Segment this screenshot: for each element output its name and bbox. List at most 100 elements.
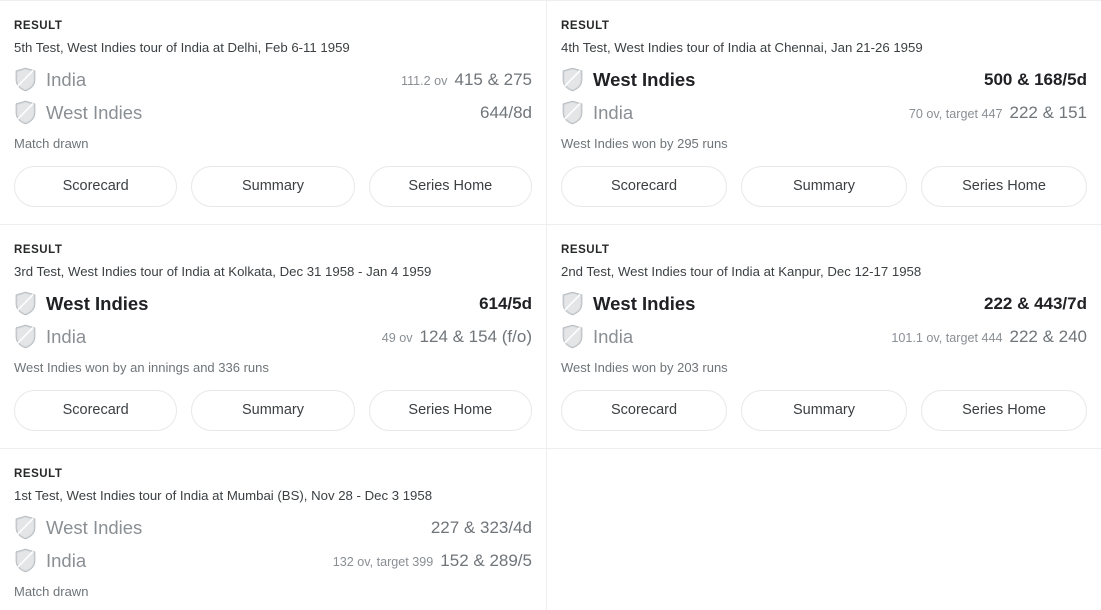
team-score: 500 & 168/5d [983, 70, 1087, 89]
match-description: 1st Test, West Indies tour of India at M… [14, 488, 433, 503]
team-name: West Indies [46, 292, 149, 314]
team-shield-icon [561, 67, 584, 92]
teams-block: West Indies 222 & 443/7d India 101.1 ov,… [561, 287, 1087, 353]
series-home-button[interactable]: Series Home [368, 166, 532, 207]
summary-button[interactable]: Summary [191, 390, 355, 431]
team-score: 222 & 151 [1009, 103, 1087, 122]
card-actions: Scorecard Summary Series Home [561, 166, 1087, 207]
overs-note: 132 ov, target 399 [332, 555, 434, 569]
summary-button[interactable]: Summary [741, 166, 907, 207]
result-label: RESULT [14, 468, 63, 480]
team-shield-icon [14, 67, 37, 92]
team-row[interactable]: India 49 ov 124 & 154 (f/o) [14, 320, 532, 353]
team-identity: India [14, 324, 86, 349]
match-result-card-2: RESULT 4th Test, West Indies tour of Ind… [547, 1, 1101, 225]
teams-block: West Indies 227 & 323/4d India 132 ov, t… [14, 511, 532, 577]
team-score-group: 222 & 443/7d [977, 293, 1087, 314]
match-status: Match drawn [14, 136, 89, 151]
team-identity: West Indies [14, 515, 142, 540]
match-description: 4th Test, West Indies tour of India at C… [561, 40, 923, 55]
team-row[interactable]: West Indies 222 & 443/7d [561, 287, 1087, 320]
match-description: 3rd Test, West Indies tour of India at K… [14, 264, 432, 279]
team-row[interactable]: West Indies 614/5d [14, 287, 532, 320]
match-result-card-3: RESULT 3rd Test, West Indies tour of Ind… [0, 225, 547, 449]
team-score-group: 101.1 ov, target 444 222 & 240 [891, 326, 1087, 347]
teams-block: India 111.2 ov 415 & 275 West Indies 644… [14, 63, 532, 129]
team-name: India [593, 101, 634, 123]
scorecard-button[interactable]: Scorecard [561, 166, 727, 207]
scorecard-button[interactable]: Scorecard [14, 166, 178, 207]
result-label: RESULT [561, 20, 610, 32]
result-label: RESULT [14, 20, 63, 32]
series-home-button[interactable]: Series Home [368, 390, 532, 431]
summary-button[interactable]: Summary [741, 390, 907, 431]
team-name: India [46, 68, 87, 90]
teams-block: West Indies 614/5d India 49 ov 124 & 154… [14, 287, 532, 353]
team-score: 222 & 240 [1009, 327, 1087, 346]
teams-block: West Indies 500 & 168/5d India 70 ov, ta… [561, 63, 1087, 129]
card-actions: Scorecard Summary Series Home [14, 390, 532, 431]
series-home-button[interactable]: Series Home [921, 166, 1087, 207]
team-row[interactable]: India 70 ov, target 447 222 & 151 [561, 96, 1087, 129]
team-shield-icon [14, 291, 37, 316]
match-status: West Indies won by 203 runs [561, 360, 728, 375]
result-label: RESULT [561, 244, 610, 256]
team-score-group: 132 ov, target 399 152 & 289/5 [333, 550, 532, 571]
team-score-group: 614/5d [472, 293, 532, 314]
team-name: India [46, 325, 87, 347]
team-score: 222 & 443/7d [983, 294, 1087, 313]
card-actions: Scorecard Summary Series Home [14, 166, 532, 207]
team-score-group: 227 & 323/4d [424, 517, 532, 538]
match-description: 5th Test, West Indies tour of India at D… [14, 40, 350, 55]
team-name: West Indies [593, 68, 696, 90]
team-score: 124 & 154 (f/o) [419, 327, 532, 346]
team-identity: India [561, 100, 633, 125]
scorecard-button[interactable]: Scorecard [561, 390, 727, 431]
team-score-group: 644/8d [473, 102, 532, 123]
team-name: India [46, 549, 87, 571]
team-identity: West Indies [14, 100, 142, 125]
team-name: West Indies [46, 101, 143, 123]
team-score: 227 & 323/4d [430, 518, 532, 537]
match-status: West Indies won by an innings and 336 ru… [14, 360, 269, 375]
empty-grid-cell [547, 449, 1101, 610]
team-row[interactable]: India 101.1 ov, target 444 222 & 240 [561, 320, 1087, 353]
team-score-group: 500 & 168/5d [977, 69, 1087, 90]
team-row[interactable]: West Indies 644/8d [14, 96, 532, 129]
team-shield-icon [14, 100, 37, 125]
result-label: RESULT [14, 244, 63, 256]
team-identity: West Indies [561, 67, 695, 92]
series-home-button[interactable]: Series Home [921, 390, 1087, 431]
team-shield-icon [561, 291, 584, 316]
team-score-group: 49 ov 124 & 154 (f/o) [382, 326, 532, 347]
team-score-group: 70 ov, target 447 222 & 151 [909, 102, 1087, 123]
overs-note: 70 ov, target 447 [908, 107, 1003, 121]
team-shield-icon [14, 548, 37, 573]
match-status: Match drawn [14, 584, 89, 599]
match-result-card-4: RESULT 2nd Test, West Indies tour of Ind… [547, 225, 1101, 449]
overs-note: 49 ov [381, 331, 413, 345]
match-description: 2nd Test, West Indies tour of India at K… [561, 264, 922, 279]
match-result-card-5: RESULT 1st Test, West Indies tour of Ind… [0, 449, 547, 610]
team-row[interactable]: West Indies 227 & 323/4d [14, 511, 532, 544]
team-score: 415 & 275 [454, 70, 532, 89]
overs-note: 101.1 ov, target 444 [891, 331, 1003, 345]
team-shield-icon [14, 515, 37, 540]
scorecard-button[interactable]: Scorecard [14, 390, 178, 431]
card-actions: Scorecard Summary Series Home [561, 390, 1087, 431]
team-identity: India [14, 67, 86, 92]
team-row[interactable]: West Indies 500 & 168/5d [561, 63, 1087, 96]
team-identity: India [561, 324, 633, 349]
team-shield-icon [561, 324, 584, 349]
match-result-card-1: RESULT 5th Test, West Indies tour of Ind… [0, 1, 547, 225]
match-results-grid: RESULT 5th Test, West Indies tour of Ind… [0, 0, 1101, 610]
team-identity: West Indies [561, 291, 695, 316]
team-name: West Indies [593, 292, 696, 314]
overs-note: 111.2 ov [401, 74, 448, 88]
summary-button[interactable]: Summary [191, 166, 355, 207]
team-identity: India [14, 548, 86, 573]
team-identity: West Indies [14, 291, 148, 316]
team-score: 644/8d [480, 103, 532, 122]
team-row[interactable]: India 111.2 ov 415 & 275 [14, 63, 532, 96]
team-row[interactable]: India 132 ov, target 399 152 & 289/5 [14, 544, 532, 577]
